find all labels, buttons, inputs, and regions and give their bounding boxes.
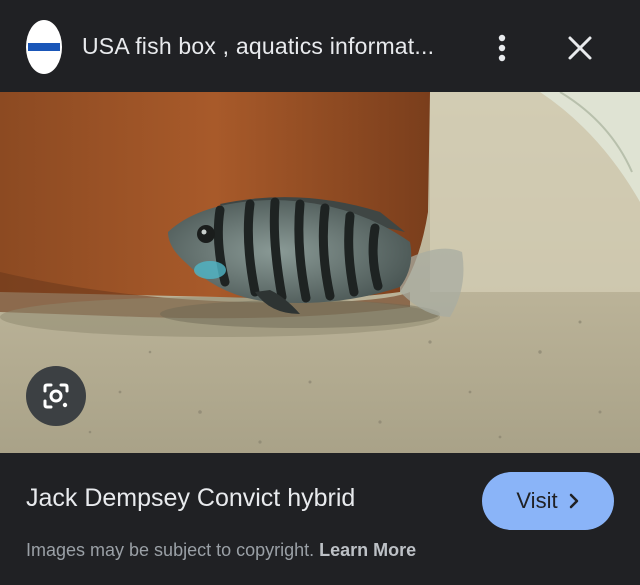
preview-image[interactable] xyxy=(0,92,640,453)
more-vert-icon[interactable] xyxy=(488,30,516,66)
google-lens-icon xyxy=(43,383,69,409)
copyright-notice: Images may be subject to copyright. Lear… xyxy=(26,540,416,561)
image-title: Jack Dempsey Convict hybrid xyxy=(26,484,356,512)
site-logo-mark xyxy=(28,43,60,51)
fish-photo xyxy=(0,92,640,453)
visit-label: Visit xyxy=(516,488,558,513)
site-logo[interactable] xyxy=(26,20,62,74)
copyright-text: Images may be subject to copyright. xyxy=(26,540,315,560)
chevron-right-icon xyxy=(569,493,578,509)
visit-button[interactable]: Visit xyxy=(482,472,614,530)
learn-more-link[interactable]: Learn More xyxy=(319,540,416,560)
preview-header: USA fish box , aquatics informat... xyxy=(0,0,640,92)
close-icon[interactable] xyxy=(564,32,596,64)
google-lens-button[interactable] xyxy=(26,366,86,426)
site-title[interactable]: USA fish box , aquatics informat... xyxy=(82,33,434,60)
